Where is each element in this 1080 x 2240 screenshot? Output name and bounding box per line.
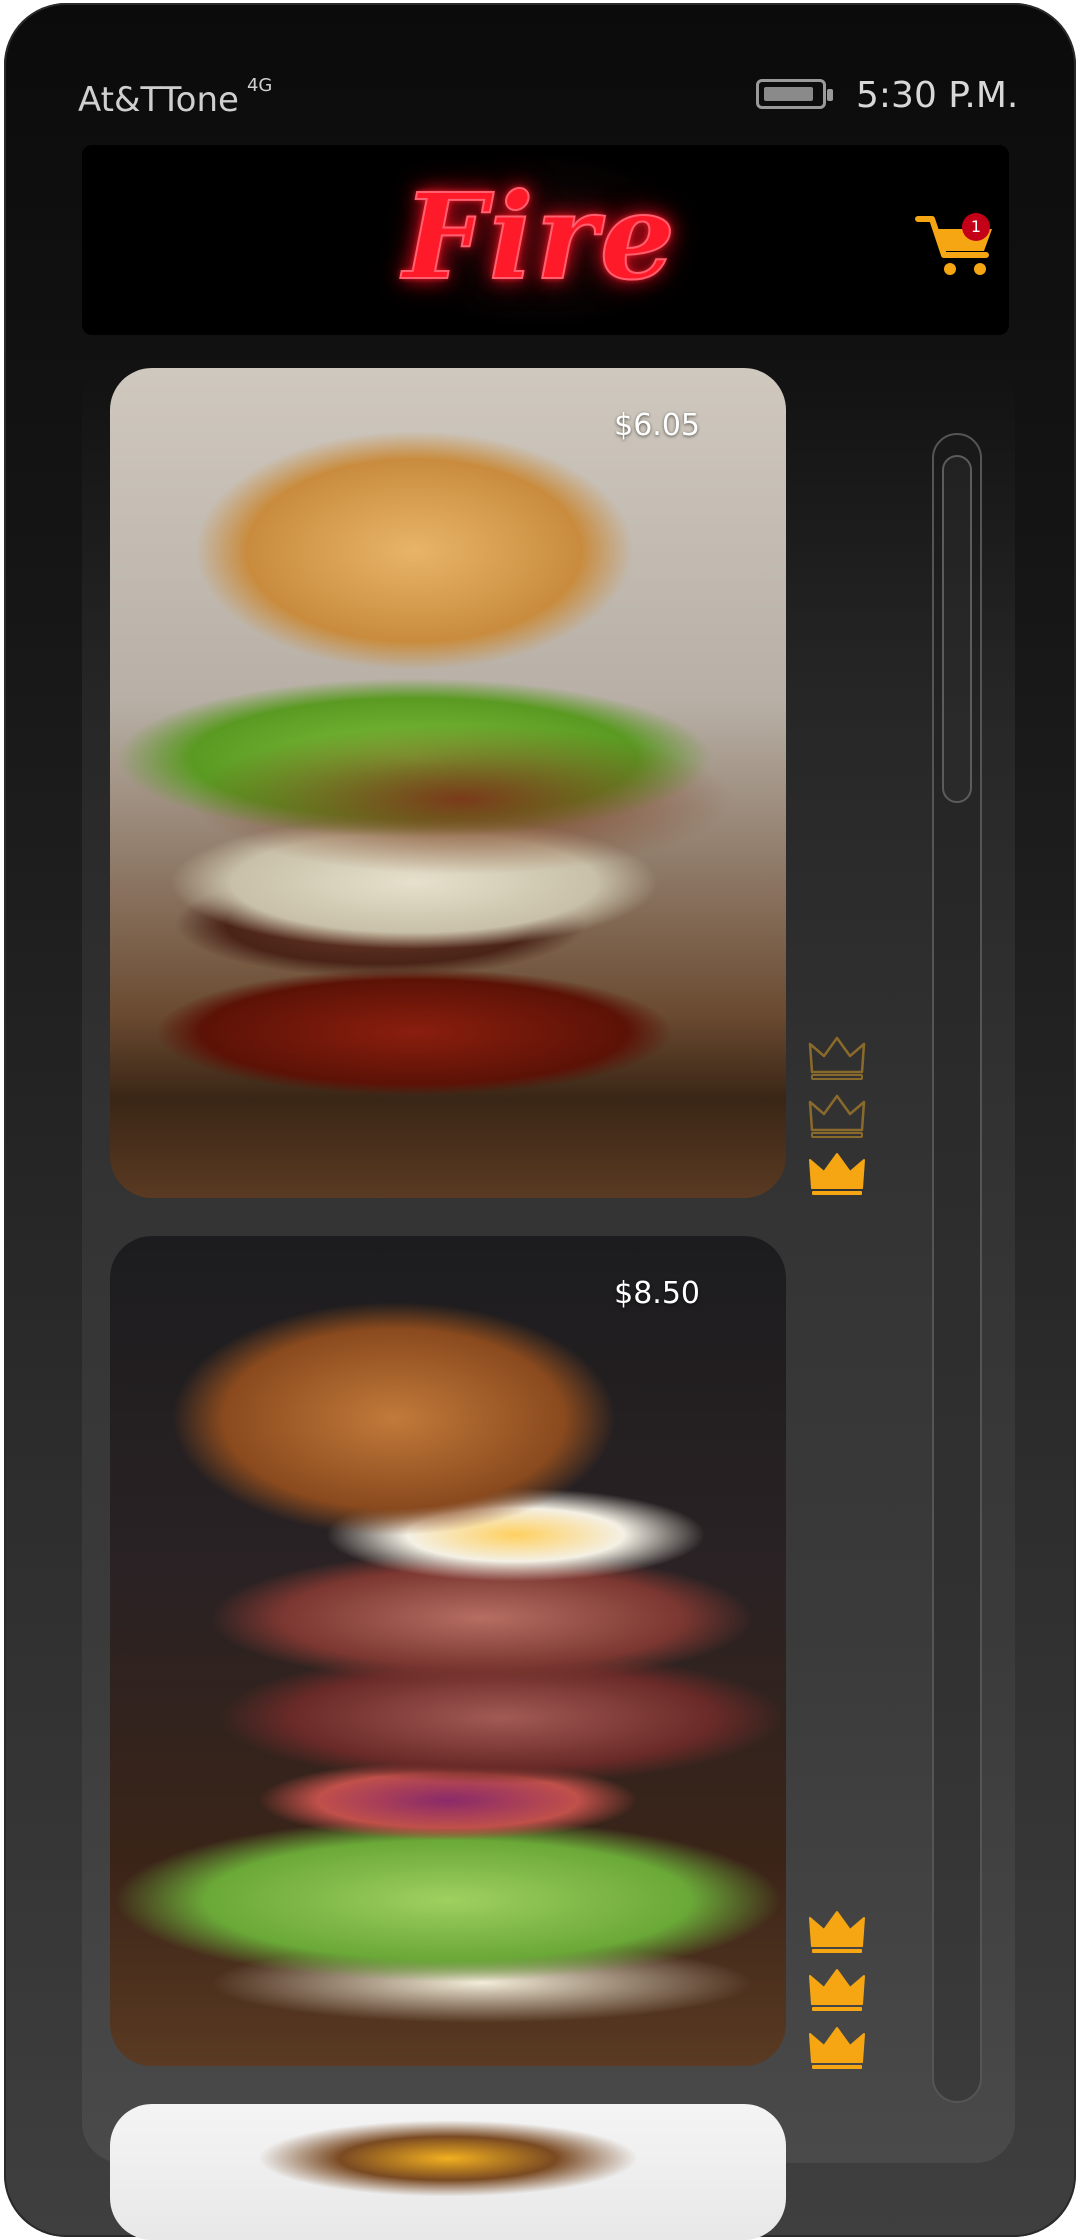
carrier-name: At&TTone: [78, 80, 239, 120]
battery-icon: [756, 79, 833, 109]
network-type: 4G: [246, 75, 273, 96]
crown-filled-icon[interactable]: [806, 1150, 868, 1196]
crown-outline-icon[interactable]: [806, 1034, 868, 1080]
carrier-label: At&TTone 4G: [78, 75, 272, 120]
burger-image: [110, 2104, 786, 2240]
fire-logo: Fire: [390, 155, 690, 325]
menu-item-card[interactable]: $8.50: [110, 1236, 786, 2066]
burger-image: [110, 368, 786, 1198]
crown-filled-icon[interactable]: [806, 2024, 868, 2070]
shopping-cart-icon: [915, 216, 992, 275]
battery-fill: [764, 87, 813, 101]
crown-outline-icon[interactable]: [806, 1092, 868, 1138]
item-price: $8.50: [614, 1276, 700, 1311]
scrollbar-thumb[interactable]: [942, 455, 972, 803]
scrollbar-track[interactable]: [932, 433, 982, 2103]
menu-item-card[interactable]: $6.05: [110, 368, 786, 1198]
cart-button[interactable]: [912, 205, 1002, 285]
app-header: Fire 1: [82, 145, 1009, 335]
burger-image: [110, 1236, 786, 2066]
status-bar: At&TTone 4G 5:30 P.M.: [4, 3, 1076, 143]
item-price: $6.05: [614, 408, 700, 443]
crown-filled-icon[interactable]: [806, 1908, 868, 1954]
crown-filled-icon[interactable]: [806, 1966, 868, 2012]
logo-text: Fire: [402, 166, 677, 307]
menu-item-card[interactable]: [110, 2104, 786, 2240]
cart-count-badge: 1: [962, 213, 990, 241]
status-time: 5:30 P.M.: [856, 75, 1019, 116]
